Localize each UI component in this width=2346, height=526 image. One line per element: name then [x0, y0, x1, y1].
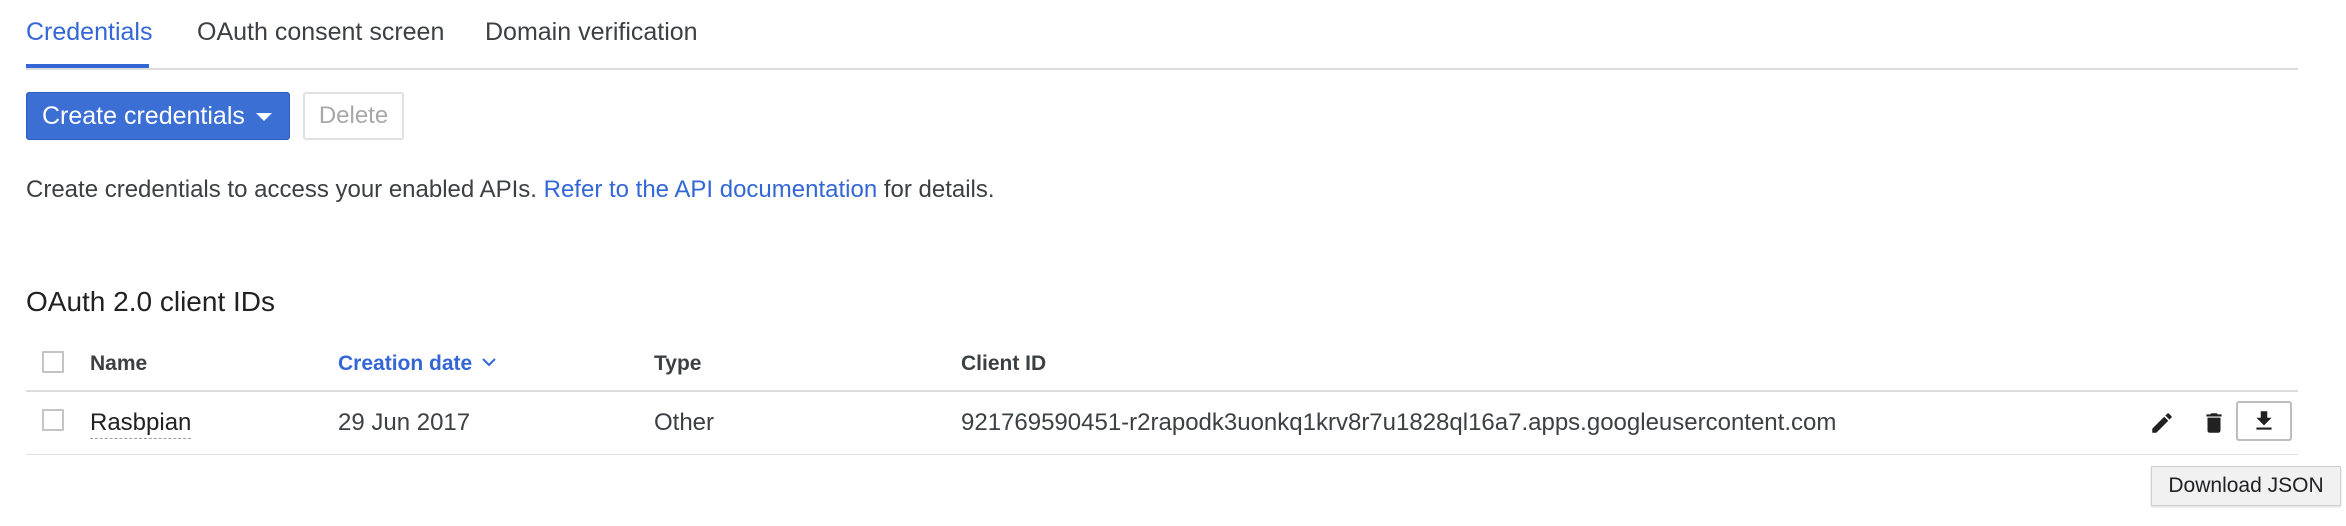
download-json-tooltip: Download JSON	[2151, 466, 2341, 506]
download-json-button[interactable]	[2236, 401, 2292, 441]
row-checkbox[interactable]	[42, 409, 64, 431]
intro-text-after: for details.	[877, 176, 995, 203]
column-header-creation-date[interactable]: Creation date	[338, 352, 496, 376]
download-icon	[2251, 408, 2277, 434]
tab-bar: Credentials OAuth consent screen Domain …	[26, 0, 2298, 70]
active-tab-indicator	[26, 64, 149, 68]
tab-domain-verification[interactable]: Domain verification	[485, 18, 698, 47]
intro-text-before: Create credentials to access your enable…	[26, 176, 544, 203]
tab-credentials[interactable]: Credentials	[26, 18, 152, 47]
intro-text: Create credentials to access your enable…	[26, 176, 995, 204]
column-header-type[interactable]: Type	[654, 352, 701, 376]
table-header: Name Creation date Type Client ID	[26, 346, 2298, 392]
column-header-name[interactable]: Name	[90, 352, 147, 376]
tab-oauth-consent-screen[interactable]: OAuth consent screen	[197, 18, 444, 47]
type-cell: Other	[654, 409, 715, 436]
client-name-link[interactable]: Rasbpian	[90, 409, 192, 439]
section-title: OAuth 2.0 client IDs	[26, 286, 276, 317]
create-credentials-button[interactable]: Create credentials	[26, 92, 290, 140]
create-credentials-label: Create credentials	[42, 101, 245, 130]
chevron-down-icon	[256, 113, 272, 121]
column-header-creation-date-label: Creation date	[338, 352, 473, 375]
column-header-client-id[interactable]: Client ID	[961, 352, 1046, 376]
delete-button[interactable]: Delete	[303, 92, 404, 140]
trash-icon[interactable]	[2196, 405, 2232, 441]
sort-chevron-icon	[482, 349, 496, 373]
select-all-checkbox[interactable]	[42, 351, 64, 373]
client-id-cell: 921769590451-r2rapodk3uonkq1krv8r7u1828q…	[961, 409, 1837, 436]
table-row: Rasbpian 29 Jun 2017 Other 921769590451-…	[26, 392, 2298, 455]
creation-date-cell: 29 Jun 2017	[338, 409, 471, 436]
api-documentation-link[interactable]: Refer to the API documentation	[544, 176, 878, 203]
pencil-icon[interactable]	[2144, 405, 2180, 441]
